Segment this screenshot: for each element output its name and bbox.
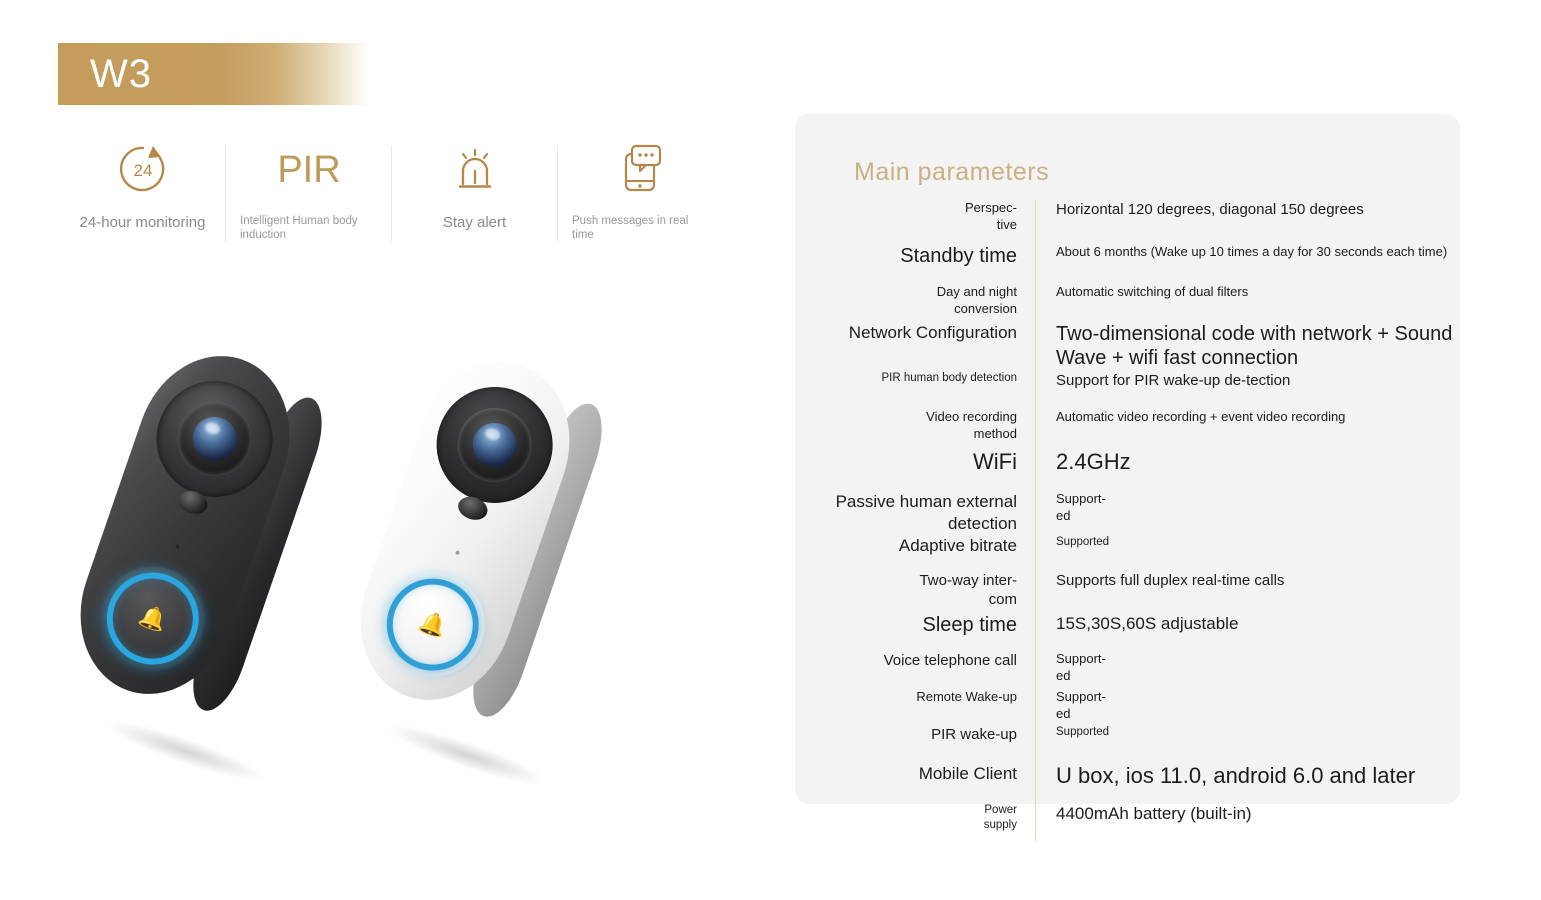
doorbell-button[interactable]: 🔔 xyxy=(86,552,219,685)
parameter-value: 15S,30S,60S adjustable xyxy=(1056,613,1239,633)
parameter-label: Adaptive bitrate xyxy=(898,535,1017,555)
feature-label: Push messages in real time xyxy=(572,215,689,242)
pir-text-icon: PIR xyxy=(226,138,391,200)
parameter-label: Two-way inter-com xyxy=(919,571,1017,609)
product-images: 🔔 🔔 xyxy=(57,330,710,795)
parameter-row: Remote Wake-up Support-ed xyxy=(805,688,1460,725)
parameter-label: PIR human body detection xyxy=(881,371,1017,384)
parameter-row: Perspec-tive Horizontal 120 degrees, diag… xyxy=(805,200,1460,244)
microphone-hole xyxy=(174,544,181,550)
parameter-label: Passive human external detection xyxy=(835,491,1017,533)
camera-bezel xyxy=(420,371,569,519)
parameter-value: Supported xyxy=(1056,725,1110,738)
parameter-value: Two-dimensional code with network + Soun… xyxy=(1056,323,1453,370)
parameter-label: PIR wake-up xyxy=(931,725,1017,743)
parameter-value: Support-ed xyxy=(1056,650,1106,683)
parameter-row: Voice telephone call Support-ed xyxy=(805,650,1460,689)
parameter-row: Day and night conversion Automatic switchi… xyxy=(805,284,1460,322)
parameter-row: Mobile Client U box, ios 11.0, android 6.… xyxy=(805,762,1460,803)
parameter-row: Network Configuration Two-dimensional cod… xyxy=(805,322,1460,371)
parameter-row: Sleep time 15S,30S,60S adjustable xyxy=(805,612,1460,651)
parameter-value: Supported xyxy=(1056,535,1110,548)
parameter-row: WiFi 2.4GHz xyxy=(805,448,1460,491)
24-hour-clock-icon: 24 xyxy=(60,138,225,200)
parameter-value: Automatic switching of dual filters xyxy=(1056,284,1249,299)
parameter-value: Support-ed xyxy=(1056,688,1106,721)
parameter-row: Adaptive bitrate Supported xyxy=(805,534,1460,571)
parameter-label: Network Configuration xyxy=(848,323,1017,342)
doorbell-white: 🔔 xyxy=(337,341,613,724)
camera-lens-housing xyxy=(447,397,542,492)
feature-label: Stay alert xyxy=(442,214,507,231)
camera-bezel xyxy=(140,365,289,513)
parameter-row: Standby time About 6 months (Wake up 10 t… xyxy=(805,244,1460,284)
svg-text:24: 24 xyxy=(133,161,152,180)
model-banner: W3 xyxy=(58,43,370,105)
parameter-label: Sleep time xyxy=(922,613,1018,636)
parameter-value: About 6 months (Wake up 10 times a day f… xyxy=(1056,244,1448,259)
doorbell-dark: 🔔 xyxy=(57,335,333,718)
feature-label: 24-hour monitoring xyxy=(79,214,206,231)
parameter-label: Mobile Client xyxy=(918,763,1017,783)
parameter-label: Video recording method xyxy=(926,408,1017,441)
parameter-row: Power supply 4400mAh battery (built-in) xyxy=(805,802,1460,841)
parameter-value: Supports full duplex real-time calls xyxy=(1056,571,1285,589)
parameter-label: Day and night conversion xyxy=(936,284,1017,316)
parameter-label: Remote Wake-up xyxy=(916,688,1017,704)
parameter-row: Video recording method Automatic video rec… xyxy=(805,408,1460,449)
svg-text:PIR: PIR xyxy=(277,149,340,191)
parameter-label: Power supply xyxy=(983,803,1017,831)
panel-title: Main parameters xyxy=(854,158,1050,186)
product-showcase-column: W3 24 24-hour monitoring PIR Intelligent… xyxy=(0,0,790,900)
camera-lens-glass xyxy=(186,410,243,467)
feature-pir-induction: PIR Intelligent Human body induction xyxy=(226,132,391,262)
phone-push-message-icon xyxy=(558,138,723,200)
main-parameters-panel: Main parameters Perspec-tive Horizontal 1… xyxy=(795,114,1460,841)
alarm-siren-icon xyxy=(392,138,557,200)
feature-highlights-row: 24 24-hour monitoring PIR Intelligent Hu… xyxy=(60,132,760,262)
parameter-value: U box, ios 11.0, android 6.0 and later xyxy=(1056,762,1416,788)
doorbell-button[interactable]: 🔔 xyxy=(366,558,499,691)
parameters-table: Perspec-tive Horizontal 120 degrees, diag… xyxy=(805,200,1460,841)
feature-push-messages: Push messages in real time xyxy=(558,132,723,262)
feature-stay-alert: Stay alert xyxy=(392,132,557,262)
parameter-label: WiFi xyxy=(973,448,1017,474)
parameter-value: Support-ed xyxy=(1056,490,1106,523)
parameter-value: Horizontal 120 degrees, diagonal 150 deg… xyxy=(1056,201,1364,218)
doorbell-dark-shadow xyxy=(100,711,270,791)
parameter-row: Passive human external detection Support-e… xyxy=(805,490,1460,535)
feature-24-hour-monitoring: 24 24-hour monitoring xyxy=(60,132,225,262)
microphone-hole xyxy=(454,550,461,556)
parameter-row: Two-way inter-com Supports full duplex re… xyxy=(805,570,1460,613)
doorbell-white-shadow xyxy=(382,715,552,795)
parameter-value: 4400mAh battery (built-in) xyxy=(1056,803,1252,823)
parameter-label: Standby time xyxy=(900,245,1017,267)
camera-lens-housing xyxy=(167,391,262,486)
parameter-value: Support for PIR wake-up de-tection xyxy=(1056,371,1291,389)
model-name: W3 xyxy=(90,52,152,96)
camera-lens-glass xyxy=(466,416,523,473)
parameter-label: Voice telephone call xyxy=(883,651,1017,669)
parameter-row: PIR wake-up Supported xyxy=(805,724,1460,763)
parameter-value: 2.4GHz xyxy=(1056,448,1131,474)
parameter-row: PIR human body detection Support for PIR … xyxy=(805,370,1460,409)
parameter-label: Perspec-tive xyxy=(964,200,1017,232)
feature-label: Intelligent Human body induction xyxy=(240,215,358,242)
parameter-value: Automatic video recording + event video … xyxy=(1056,408,1346,424)
